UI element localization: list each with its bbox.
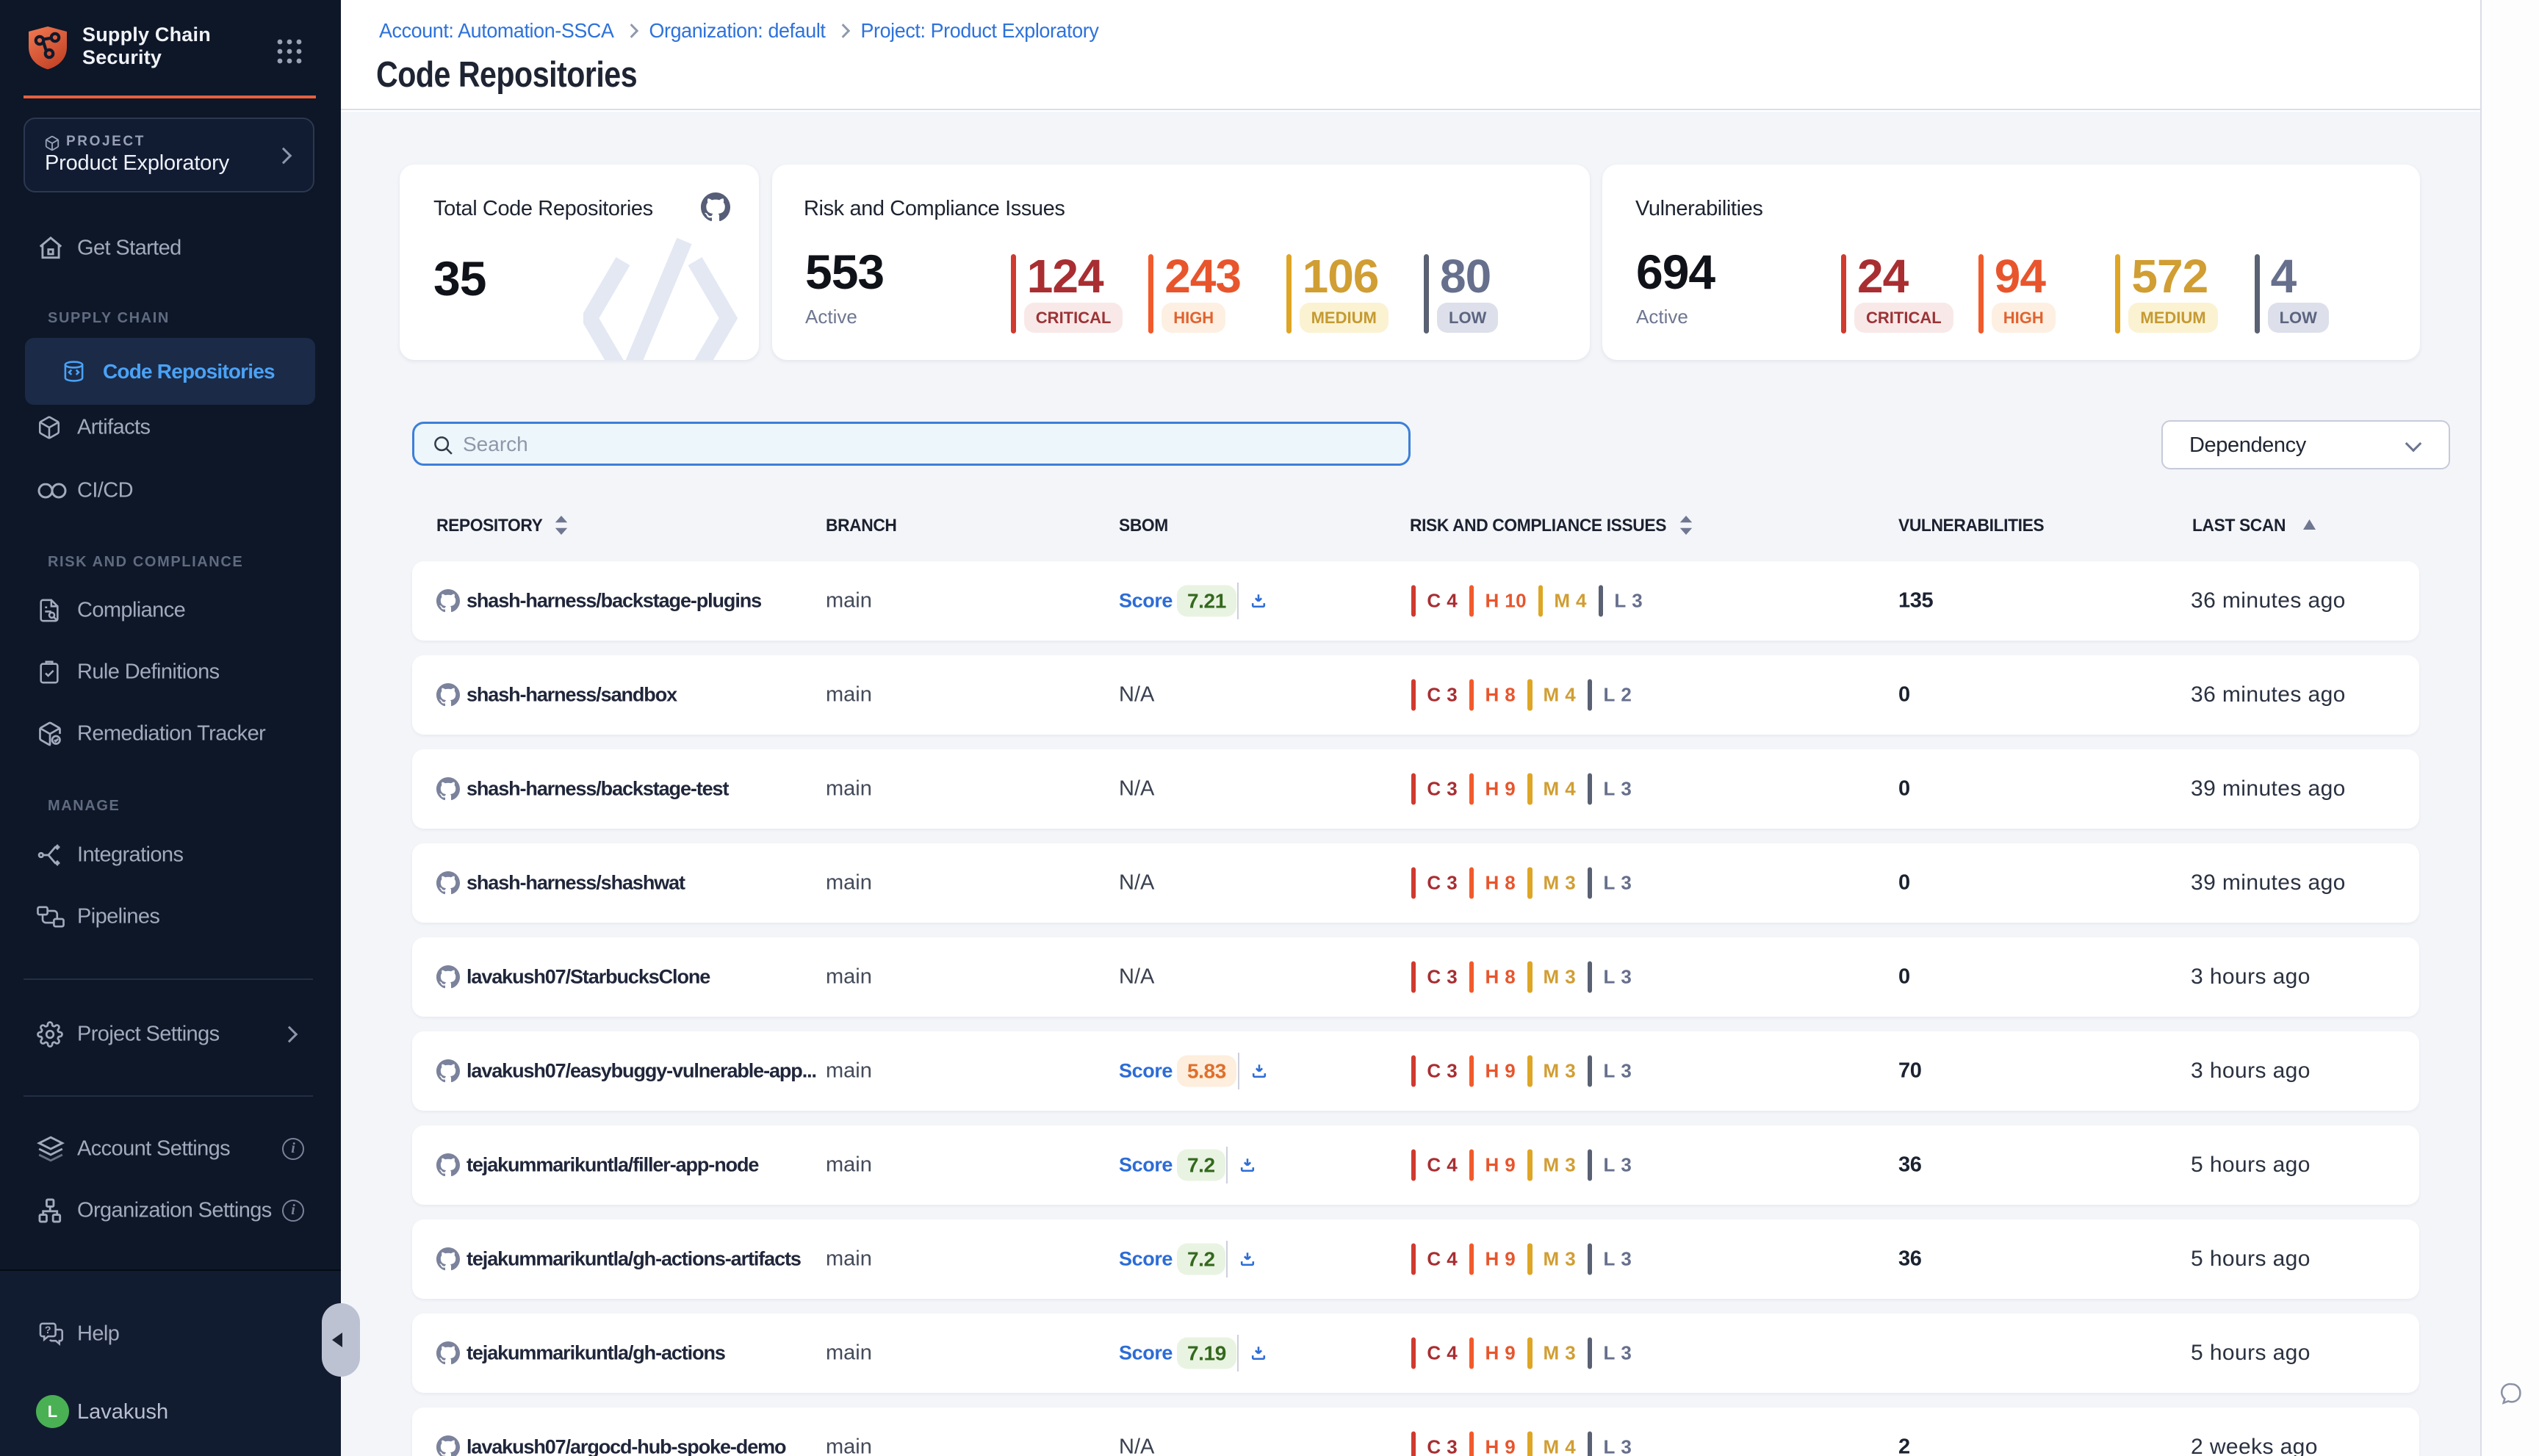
svg-text:?: ? [45, 1325, 51, 1336]
